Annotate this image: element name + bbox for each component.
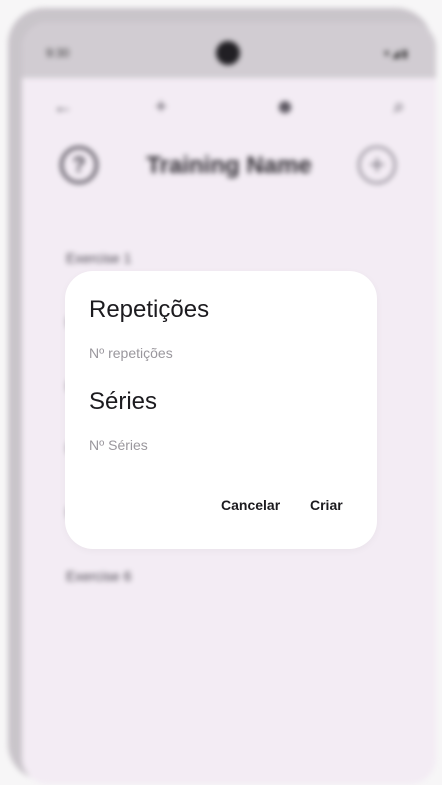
create-exercise-dialog: Repetições Séries Cancelar Criar [65,271,377,549]
create-button[interactable]: Criar [310,493,343,517]
cancel-button[interactable]: Cancelar [221,493,280,517]
repetitions-input[interactable] [89,341,349,365]
repetitions-heading: Repetições [89,296,210,323]
screen-root: 9:30 ▾◢▮ ← + ☻ ⌕ ? Training Name + Exerc… [0,0,442,785]
sets-input[interactable] [89,433,349,457]
sets-heading: Séries [89,388,158,415]
